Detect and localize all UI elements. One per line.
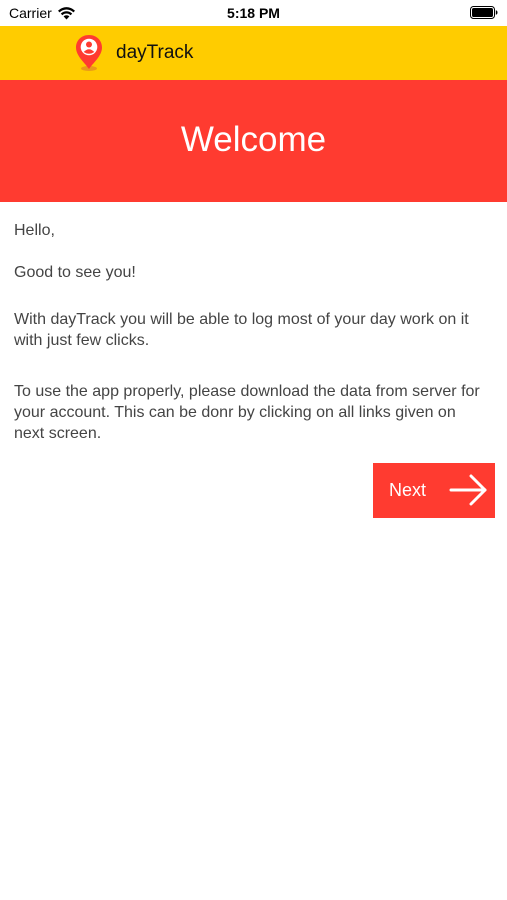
location-pin-user-icon xyxy=(76,35,102,71)
intro-text: With dayTrack you will be able to log mo… xyxy=(14,311,469,349)
next-button-label: Next xyxy=(389,480,427,500)
app-title: dayTrack xyxy=(116,42,194,63)
app-bar: dayTrack xyxy=(0,26,507,80)
welcome-content: Hello, Good to see you! With dayTrack yo… xyxy=(14,220,489,444)
instructions-text: To use the app properly, please download… xyxy=(14,383,480,442)
battery-icon xyxy=(470,6,498,19)
status-time: 5:18 PM xyxy=(227,5,280,21)
welcome-banner: Welcome xyxy=(0,80,507,202)
arrow-right-icon xyxy=(449,474,487,506)
status-bar: Carrier 5:18 PM xyxy=(0,0,507,26)
greeting-text: Hello, xyxy=(14,222,55,239)
next-button[interactable]: Next xyxy=(373,463,495,518)
welcome-title: Welcome xyxy=(180,120,327,159)
subtitle-text: Good to see you! xyxy=(14,264,136,281)
